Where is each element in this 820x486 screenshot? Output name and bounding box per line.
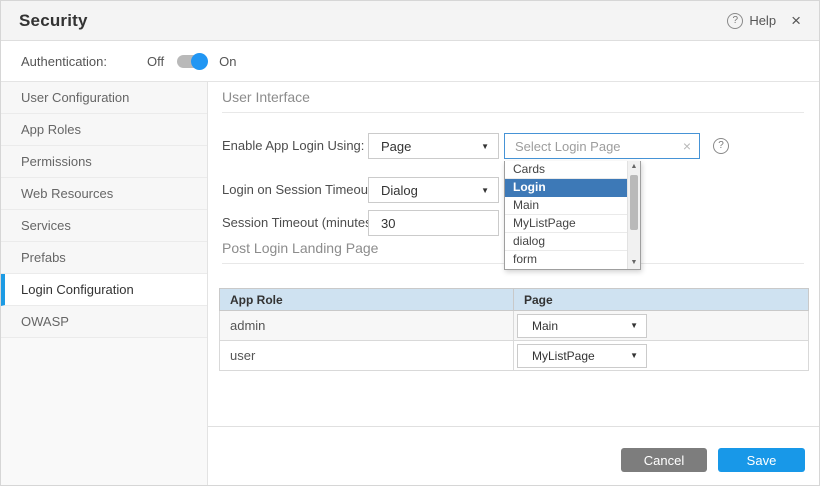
- sidebar: User Configuration App Roles Permissions…: [1, 82, 208, 485]
- login-using-value: Page: [381, 139, 411, 154]
- user-page-value: MyListPage: [532, 349, 595, 363]
- role-cell: admin: [220, 311, 514, 341]
- field-help-icon[interactable]: ?: [713, 138, 729, 154]
- scrollbar-thumb[interactable]: [630, 175, 638, 230]
- login-page-dropdown: Cards Login Main MyListPage dialog form …: [504, 161, 641, 270]
- login-page-combobox[interactable]: ×: [504, 133, 700, 159]
- scroll-up-icon[interactable]: ▲: [628, 161, 640, 173]
- landing-page-table: App Role Page admin Main ▼ user MyListPa…: [219, 288, 809, 371]
- clear-icon[interactable]: ×: [683, 139, 691, 153]
- sidebar-item-user-configuration[interactable]: User Configuration: [1, 82, 207, 114]
- help-button[interactable]: ? Help: [727, 13, 776, 29]
- admin-page-select[interactable]: Main ▼: [517, 314, 647, 338]
- toggle-on-label: On: [219, 54, 236, 69]
- table-row: admin Main ▼: [220, 311, 809, 341]
- sidebar-item-services[interactable]: Services: [1, 210, 207, 242]
- session-timeout-login-label: Login on Session Timeout:: [222, 177, 375, 203]
- scroll-down-icon[interactable]: ▼: [628, 257, 640, 269]
- dropdown-option-dialog[interactable]: dialog: [505, 233, 627, 251]
- save-button[interactable]: Save: [718, 448, 805, 472]
- session-timeout-select[interactable]: Dialog ▼: [368, 177, 499, 203]
- dropdown-option-form[interactable]: form: [505, 251, 627, 269]
- session-timeout-minutes-input[interactable]: [368, 210, 499, 236]
- section-post-login: Post Login Landing Page: [222, 240, 378, 256]
- help-icon: ?: [727, 13, 743, 29]
- dropdown-option-cards[interactable]: Cards: [505, 161, 627, 179]
- toggle-off-label: Off: [147, 54, 164, 69]
- dropdown-scrollbar[interactable]: ▲ ▼: [627, 161, 640, 269]
- main-content: User Interface Enable App Login Using: P…: [208, 82, 819, 485]
- authentication-toggle[interactable]: [177, 55, 205, 68]
- dropdown-option-main[interactable]: Main: [505, 197, 627, 215]
- toggle-knob: [191, 53, 208, 70]
- column-header-page: Page: [514, 289, 809, 311]
- sidebar-item-permissions[interactable]: Permissions: [1, 146, 207, 178]
- table-header-row: App Role Page: [220, 289, 809, 311]
- dropdown-option-login[interactable]: Login: [505, 179, 627, 197]
- section-user-interface: User Interface: [222, 89, 310, 105]
- page-title: Security: [19, 11, 88, 31]
- footer-divider: [208, 426, 819, 427]
- role-cell: user: [220, 341, 514, 371]
- login-page-input[interactable]: [507, 139, 683, 154]
- chevron-down-icon: ▼: [630, 321, 638, 330]
- cancel-button[interactable]: Cancel: [621, 448, 707, 472]
- enable-app-login-label: Enable App Login Using:: [222, 133, 364, 159]
- help-label: Help: [749, 13, 776, 28]
- user-page-select[interactable]: MyListPage ▼: [517, 344, 647, 368]
- sidebar-item-app-roles[interactable]: App Roles: [1, 114, 207, 146]
- session-timeout-value: Dialog: [381, 183, 418, 198]
- sidebar-item-web-resources[interactable]: Web Resources: [1, 178, 207, 210]
- session-timeout-minutes-label: Session Timeout (minutes):: [222, 210, 380, 236]
- column-header-app-role: App Role: [220, 289, 514, 311]
- sidebar-item-owasp[interactable]: OWASP: [1, 306, 207, 338]
- close-icon[interactable]: ×: [791, 12, 801, 29]
- dialog-header: Security ? Help ×: [1, 1, 819, 41]
- section-divider: [222, 112, 804, 113]
- table-row: user MyListPage ▼: [220, 341, 809, 371]
- dropdown-option-mylistpage[interactable]: MyListPage: [505, 215, 627, 233]
- sidebar-item-prefabs[interactable]: Prefabs: [1, 242, 207, 274]
- chevron-down-icon: ▼: [630, 351, 638, 360]
- login-using-select[interactable]: Page ▼: [368, 133, 499, 159]
- admin-page-value: Main: [532, 319, 558, 333]
- authentication-label: Authentication:: [21, 54, 107, 69]
- security-dialog: Security ? Help × Authentication: Off On…: [0, 0, 820, 486]
- sidebar-item-login-configuration[interactable]: Login Configuration: [1, 274, 207, 306]
- chevron-down-icon: ▼: [481, 186, 489, 195]
- authentication-bar: Authentication: Off On: [1, 41, 819, 82]
- chevron-down-icon: ▼: [481, 142, 489, 151]
